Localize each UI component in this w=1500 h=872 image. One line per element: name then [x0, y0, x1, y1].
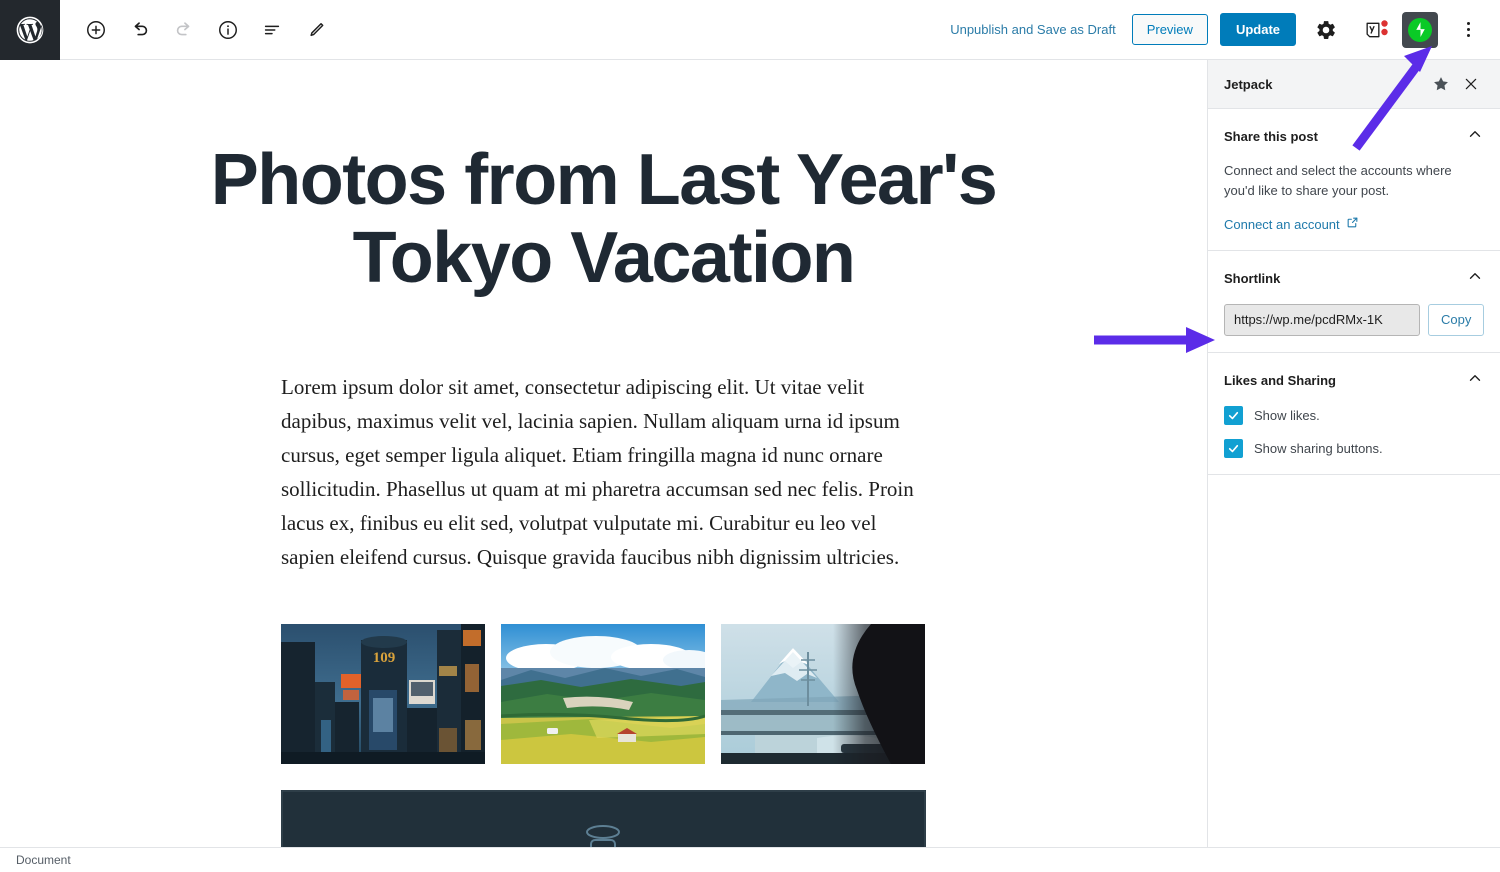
- gallery-block[interactable]: 109: [281, 623, 926, 764]
- editor-toolbar: Unpublish and Save as Draft Preview Upda…: [0, 0, 1500, 60]
- close-icon[interactable]: [1456, 69, 1486, 99]
- sidebar-section-shortlink: Shortlink Copy: [1208, 251, 1500, 353]
- post-title[interactable]: Photos from Last Year's Tokyo Vacation: [134, 141, 1074, 298]
- shortlink-title: Shortlink: [1224, 270, 1281, 286]
- jetpack-sidebar-panel: Jetpack Share this post Connect and sele…: [1207, 60, 1500, 847]
- edit-mode-button[interactable]: [298, 12, 334, 48]
- yoast-notification-dots: [1381, 19, 1388, 42]
- connect-an-account-link[interactable]: Connect an account: [1224, 216, 1359, 232]
- svg-text:109: 109: [373, 650, 396, 666]
- shortlink-header[interactable]: Shortlink: [1224, 267, 1484, 290]
- checkbox-checked-icon[interactable]: [1224, 438, 1243, 458]
- shortlink-row: Copy: [1224, 303, 1485, 336]
- show-likes-label: Show likes.: [1254, 407, 1320, 423]
- gallery-image-shibuya-night[interactable]: 109: [281, 623, 485, 764]
- undo-button[interactable]: [122, 12, 158, 48]
- yoast-seo-icon[interactable]: [1356, 16, 1390, 44]
- share-this-post-description: Connect and select the accounts where yo…: [1224, 163, 1452, 198]
- chevron-up-icon[interactable]: [1466, 369, 1484, 392]
- likes-and-sharing-header[interactable]: Likes and Sharing: [1224, 369, 1484, 392]
- document-breadcrumb[interactable]: Document: [16, 853, 71, 867]
- gallery-image-countryside[interactable]: [501, 623, 705, 764]
- unpublish-and-save-draft-button[interactable]: Unpublish and Save as Draft: [946, 16, 1119, 43]
- sidebar-header: Jetpack: [1208, 60, 1500, 109]
- sidebar-panel-title: Jetpack: [1224, 76, 1273, 92]
- likes-and-sharing-title: Likes and Sharing: [1224, 372, 1336, 388]
- block-navigation-button[interactable]: [254, 12, 290, 48]
- sidebar-section-share-this-post: Share this post Connect and select the a…: [1208, 109, 1500, 251]
- details-button[interactable]: [210, 12, 246, 48]
- more-options-button[interactable]: [1450, 12, 1486, 48]
- jetpack-panel-toggle-button[interactable]: [1402, 11, 1438, 48]
- chevron-up-icon[interactable]: [1466, 267, 1484, 290]
- kebab-menu-icon: [1466, 22, 1470, 37]
- editor-status-bar: Document: [0, 847, 1500, 872]
- star-icon[interactable]: [1426, 69, 1456, 99]
- settings-gear-button[interactable]: [1308, 12, 1344, 48]
- update-button[interactable]: Update: [1219, 13, 1296, 46]
- toolbar-right-actions: Unpublish and Save as Draft Preview Upda…: [946, 11, 1500, 48]
- wordpress-block-editor: Unpublish and Save as Draft Preview Upda…: [0, 0, 1500, 872]
- show-sharing-buttons-label: Show sharing buttons.: [1254, 440, 1383, 456]
- connect-an-account-label: Connect an account: [1224, 216, 1340, 232]
- gallery-image-mount-fuji[interactable]: [721, 623, 925, 764]
- external-link-icon: [1346, 216, 1359, 232]
- post-paragraph-block[interactable]: Lorem ipsum dolor sit amet, consectetur …: [281, 370, 926, 574]
- shortlink-input[interactable]: [1224, 303, 1420, 336]
- share-this-post-header[interactable]: Share this post: [1224, 125, 1484, 148]
- chevron-up-icon[interactable]: [1466, 125, 1484, 148]
- copy-shortlink-button[interactable]: Copy: [1428, 303, 1485, 336]
- jetpack-icon: [1408, 17, 1432, 42]
- preview-button[interactable]: Preview: [1131, 14, 1208, 45]
- show-sharing-buttons-checkbox-row[interactable]: Show sharing buttons.: [1224, 438, 1484, 458]
- redo-button[interactable]: [166, 12, 202, 48]
- share-this-post-title: Share this post: [1224, 129, 1318, 144]
- add-block-button[interactable]: [78, 12, 114, 48]
- sidebar-section-likes-and-sharing: Likes and Sharing Show likes. Show shari…: [1208, 353, 1500, 475]
- wordpress-logo-icon[interactable]: [0, 0, 60, 60]
- checkbox-checked-icon[interactable]: [1224, 405, 1243, 425]
- wide-image-block[interactable]: [281, 789, 926, 847]
- toolbar-left-tools: [60, 12, 334, 48]
- show-likes-checkbox-row[interactable]: Show likes.: [1224, 405, 1484, 425]
- editor-canvas: Photos from Last Year's Tokyo Vacation L…: [0, 60, 1207, 847]
